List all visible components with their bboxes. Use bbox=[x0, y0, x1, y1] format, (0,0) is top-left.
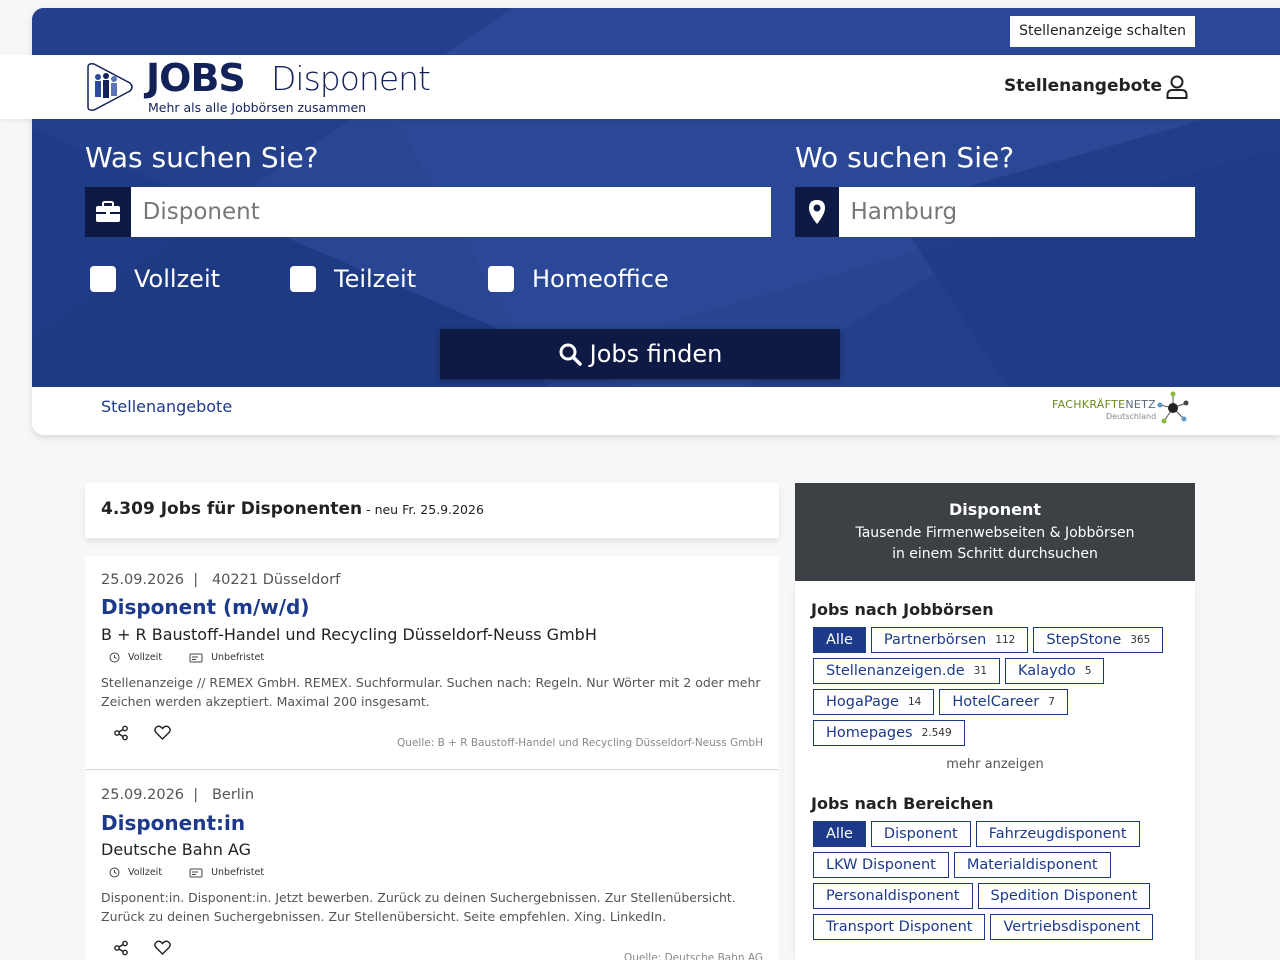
partner-logo-sub: Deutschland bbox=[1106, 412, 1157, 421]
where-label: Wo suchen Sie? bbox=[795, 141, 1015, 174]
checkbox-vollzeit[interactable]: Vollzeit bbox=[90, 265, 220, 293]
job-description: Stellenanzeige // REMEX GmbH. REMEX. Suc… bbox=[101, 675, 761, 709]
what-label: Was suchen Sie? bbox=[85, 141, 319, 174]
where-input[interactable] bbox=[838, 187, 1195, 237]
clock-icon bbox=[109, 867, 120, 878]
sidebar-header: Disponent Tausende Firmenwebseiten & Job… bbox=[795, 483, 1195, 581]
job-meta: 25.09.2026 | Berlin bbox=[101, 787, 255, 803]
checkbox-box[interactable] bbox=[90, 266, 116, 292]
tag-label: Unbefristet bbox=[211, 867, 265, 878]
search-icon bbox=[559, 343, 582, 366]
chip-hogapage[interactable]: HogaPage 14 bbox=[813, 689, 935, 715]
sidebar-subtitle-2: in einem Schritt durchsuchen bbox=[892, 546, 1098, 562]
chip-bereich-transport[interactable]: Transport Disponent bbox=[813, 914, 986, 940]
checkbox-box[interactable] bbox=[290, 266, 316, 292]
logo-jobs-text[interactable]: JOBS bbox=[146, 56, 246, 100]
job-card[interactable]: 25.09.2026 | Berlin Disponent:in Deutsch… bbox=[85, 771, 779, 960]
job-source: Quelle: Deutsche Bahn AG bbox=[624, 952, 763, 960]
results-count: 4.309 Jobs für Disponenten bbox=[101, 499, 363, 519]
job-title[interactable]: Disponent (m/w/d) bbox=[101, 595, 310, 619]
tag-permanent: Unbefristet bbox=[189, 652, 264, 663]
contract-icon bbox=[189, 868, 203, 877]
search-form: Was suchen Sie? Wo suchen Sie? Vollzeit … bbox=[32, 119, 1280, 395]
post-job-button[interactable]: Stellenanzeige schalten bbox=[1010, 16, 1195, 47]
sidebar-subtitle-1: Tausende Firmenwebseiten & Jobbörsen bbox=[855, 525, 1135, 541]
checkbox-label: Vollzeit bbox=[134, 265, 221, 293]
clock-icon bbox=[109, 652, 120, 663]
checkbox-label: Homeoffice bbox=[532, 265, 669, 293]
partner-logo-text: FACHKRÄFTENETZ bbox=[1052, 398, 1156, 411]
chip-hotelcareer[interactable]: HotelCareer 7 bbox=[939, 689, 1068, 715]
find-jobs-label: Jobs finden bbox=[589, 340, 723, 368]
chip-bereich-spedition[interactable]: Spedition Disponent bbox=[977, 883, 1151, 909]
checkbox-box[interactable] bbox=[488, 266, 514, 292]
job-card[interactable]: 25.09.2026 | 40221 Düsseldorf Disponent … bbox=[85, 556, 779, 770]
chip-stellenanzeigen[interactable]: Stellenanzeigen.de 31 bbox=[813, 658, 1001, 684]
chip-bereich-personal[interactable]: Personaldisponent bbox=[813, 883, 973, 909]
chip-bereich-material[interactable]: Materialdisponent bbox=[953, 852, 1111, 878]
job-actions bbox=[113, 940, 196, 956]
tag-label: Vollzeit bbox=[128, 867, 163, 878]
sidebar-title: Disponent bbox=[948, 500, 1041, 519]
chip-kalaydo[interactable]: Kalaydo 5 bbox=[1005, 658, 1105, 684]
checkbox-label: Teilzeit bbox=[334, 265, 417, 293]
logo-tagline: Mehr als alle Jobbörsen zusammen bbox=[148, 100, 367, 115]
boersen-title: Jobs nach Jobbörsen bbox=[811, 600, 994, 619]
network-icon bbox=[1157, 391, 1189, 424]
chip-bereich-disponent[interactable]: Disponent bbox=[870, 821, 971, 847]
navbar: JOBS Disponent Mehr als alle Jobbörsen z… bbox=[0, 55, 1280, 119]
user-icon[interactable] bbox=[1166, 75, 1188, 99]
chip-alle[interactable]: Alle bbox=[813, 627, 866, 653]
share-icon[interactable] bbox=[113, 940, 129, 956]
sub-navigation: Stellenangebote FACHKRÄFTENETZ Deutschla… bbox=[32, 387, 1280, 427]
what-field[interactable] bbox=[85, 187, 771, 237]
where-field[interactable] bbox=[795, 187, 1195, 237]
results-new-date: - neu Fr. 25.9.2026 bbox=[362, 502, 484, 517]
chip-stepstone[interactable]: StepStone 365 bbox=[1033, 627, 1164, 653]
job-description: Disponent:in. Disponent:in. Jetzt bewerb… bbox=[101, 890, 736, 924]
checkbox-teilzeit[interactable]: Teilzeit bbox=[290, 265, 416, 293]
job-company: Deutsche Bahn AG bbox=[101, 840, 251, 859]
what-input[interactable] bbox=[130, 187, 771, 237]
chip-partnerboersen[interactable]: Partnerbörsen 112 bbox=[870, 627, 1029, 653]
breadcrumb-stellenangebote[interactable]: Stellenangebote bbox=[101, 397, 232, 416]
results-header: 4.309 Jobs für Disponenten - neu Fr. 25.… bbox=[85, 483, 779, 538]
tag-label: Unbefristet bbox=[211, 652, 265, 663]
show-more-link[interactable]: mehr anzeigen bbox=[795, 757, 1195, 772]
bereiche-title: Jobs nach Bereichen bbox=[811, 794, 994, 813]
chip-homepages[interactable]: Homepages 2.549 bbox=[813, 720, 965, 746]
checkbox-homeoffice[interactable]: Homeoffice bbox=[488, 265, 669, 293]
job-tags: Vollzeit Unbefristet bbox=[109, 652, 291, 663]
contract-icon bbox=[189, 653, 203, 662]
boersen-chips: Alle Partnerbörsen 112 StepStone 365 Stell… bbox=[813, 627, 1193, 751]
job-tags: Vollzeit Unbefristet bbox=[109, 867, 291, 878]
briefcase-icon bbox=[85, 187, 131, 237]
logo-badge-icon[interactable] bbox=[84, 61, 134, 113]
heart-icon[interactable] bbox=[154, 725, 171, 740]
nav-stellenangebote[interactable]: Stellenangebote bbox=[1004, 76, 1162, 96]
job-meta: 25.09.2026 | 40221 Düsseldorf bbox=[101, 572, 341, 588]
tag-label: Vollzeit bbox=[128, 652, 163, 663]
find-jobs-button[interactable]: Jobs finden bbox=[440, 329, 840, 379]
fachkraeftenetz-logo[interactable]: FACHKRÄFTENETZ Deutschland bbox=[1052, 391, 1192, 425]
chip-bereich-alle[interactable]: Alle bbox=[813, 821, 866, 847]
chip-bereich-vertrieb[interactable]: Vertriebsdisponent bbox=[990, 914, 1154, 940]
tag-permanent: Unbefristet bbox=[189, 867, 264, 878]
share-icon[interactable] bbox=[113, 725, 129, 741]
heart-icon[interactable] bbox=[154, 940, 171, 955]
job-company: B + R Baustoff-Handel und Recycling Düss… bbox=[101, 625, 597, 644]
tag-fulltime: Vollzeit bbox=[109, 652, 162, 663]
job-source: Quelle: B + R Baustoff-Handel und Recycl… bbox=[397, 737, 763, 749]
job-actions bbox=[113, 725, 196, 741]
chip-bereich-lkw[interactable]: LKW Disponent bbox=[813, 852, 949, 878]
bereiche-chips: Alle Disponent Fahrzeugdisponent LKW Dis… bbox=[813, 821, 1193, 945]
logo-disponent-text[interactable]: Disponent bbox=[271, 59, 431, 98]
sidebar-filters: Jobs nach Jobbörsen Alle Partnerbörsen 11… bbox=[795, 581, 1195, 960]
chip-bereich-fahrzeugdisponent[interactable]: Fahrzeugdisponent bbox=[975, 821, 1140, 847]
location-pin-icon bbox=[795, 187, 839, 237]
tag-fulltime: Vollzeit bbox=[109, 867, 162, 878]
job-title[interactable]: Disponent:in bbox=[101, 811, 245, 835]
